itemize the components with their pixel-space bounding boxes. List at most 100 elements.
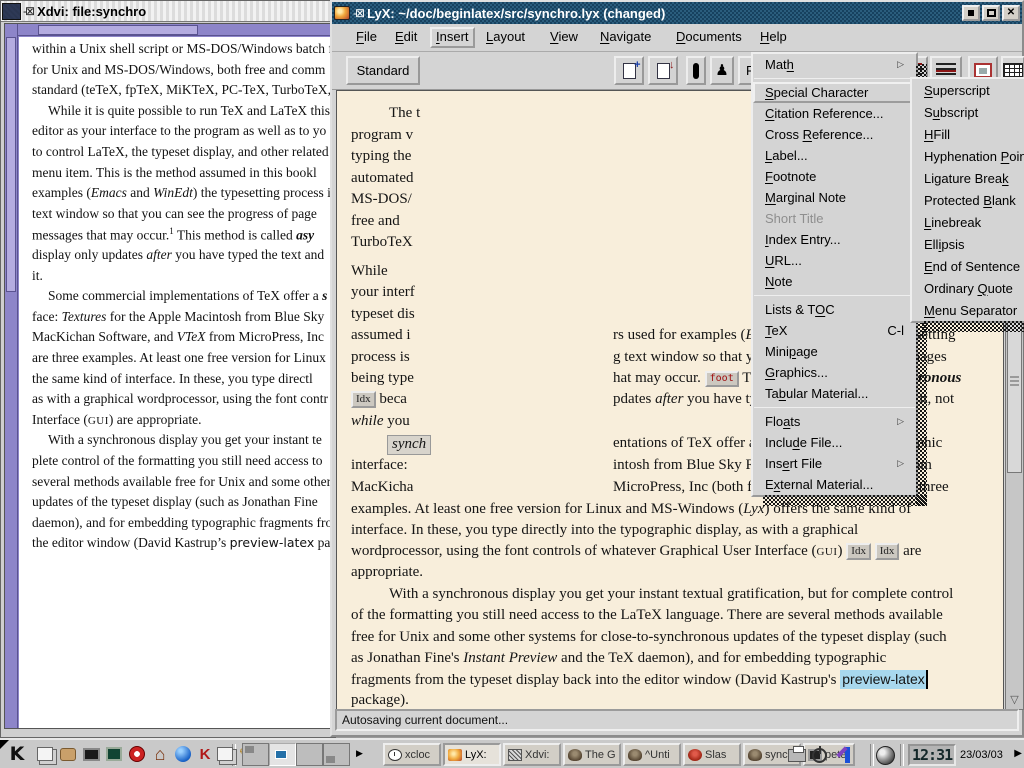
menu-view[interactable]: View: [544, 27, 584, 48]
pager-desktop-1[interactable]: [242, 743, 269, 766]
launcher-web-globe-icon[interactable]: [172, 743, 194, 765]
menu-item-special-character[interactable]: Special Character: [753, 82, 916, 103]
menu-separator: [754, 407, 915, 408]
launcher-terminal-green-icon[interactable]: [103, 743, 125, 765]
menu-item-hfill[interactable]: HFill: [912, 123, 1024, 145]
paste-run-button[interactable]: [648, 56, 678, 85]
menu-item-marginal-note[interactable]: Marginal Note: [753, 187, 916, 208]
launcher-k-tools-icon[interactable]: K: [194, 743, 216, 765]
paragraph-style-combo[interactable]: Standard: [346, 56, 420, 85]
task-button-unti[interactable]: ^Unti: [623, 743, 681, 766]
task-button-lyx[interactable]: LyX:: [443, 743, 501, 766]
task-button-theg[interactable]: The G: [563, 743, 621, 766]
menu-item-ligature-break[interactable]: Ligature BreakS-C-L: [912, 167, 1024, 189]
tasklist-scroll-left-icon[interactable]: ▶: [356, 748, 363, 759]
menu-item-footnote[interactable]: Footnote: [753, 166, 916, 187]
document-text-line: interface. In these, you type directly i…: [337, 522, 1003, 543]
minimize-button[interactable]: [962, 5, 980, 21]
menu-insert[interactable]: Insert: [430, 27, 475, 48]
task-button-xcloc[interactable]: xcloc: [383, 743, 441, 766]
noun-style-button[interactable]: ♟: [710, 56, 734, 85]
insert-menu: Math▷ Special CharacterCitation Reference…: [751, 52, 918, 497]
idx-inset-button[interactable]: Idx: [351, 391, 376, 408]
launcher-documents-2-icon[interactable]: [214, 743, 236, 765]
menu-layout[interactable]: Layout: [480, 27, 531, 48]
menu-help[interactable]: Help: [754, 27, 793, 48]
tray-power-icon[interactable]: [812, 744, 827, 766]
menu-item-floats[interactable]: Floats▷: [753, 411, 916, 432]
panel-scroll-right-icon[interactable]: ▶: [1014, 748, 1022, 759]
xdvi-horizontal-scrollbar[interactable]: [18, 24, 333, 36]
menu-item-cross-reference[interactable]: Cross Reference...: [753, 124, 916, 145]
menu-item-url[interactable]: URL...: [753, 250, 916, 271]
xdvi-vscroll-thumb[interactable]: [6, 37, 16, 292]
menu-item-note[interactable]: Note: [753, 271, 916, 292]
menu-item-citation-reference[interactable]: Citation Reference...: [753, 103, 916, 124]
menu-item-tex[interactable]: TeXC-l: [753, 320, 916, 341]
document-text-line: of the formatting you still need access …: [337, 607, 1003, 628]
taskbar-separator: [900, 744, 904, 766]
task-button-slas[interactable]: Slas: [683, 743, 741, 766]
tray-printer-icon[interactable]: [788, 744, 806, 766]
paste-add-button[interactable]: [614, 56, 644, 85]
idx-inset-button[interactable]: Idx: [875, 543, 900, 560]
menu-item-insert-file[interactable]: Insert File▷: [753, 453, 916, 474]
xdvi-app-icon[interactable]: [2, 3, 21, 20]
document-text-line: package).: [337, 692, 1003, 710]
menu-item-subscript[interactable]: Subscript: [912, 101, 1024, 123]
xdvi-window: -⊠ Xdvi: file:synchro 1Some recent versi…: [0, 0, 336, 738]
dvi-text-line: text window so that you can see the prog…: [32, 206, 317, 222]
menu-item-label[interactable]: Label...: [753, 145, 916, 166]
menu-item-superscript[interactable]: Superscript: [912, 79, 1024, 101]
launcher-documents-icon[interactable]: [34, 743, 56, 765]
xdvi-vertical-scrollbar[interactable]: [5, 24, 18, 728]
launcher-k-menu-icon[interactable]: K: [6, 743, 28, 765]
xdvi-hscroll-thumb[interactable]: [38, 25, 198, 35]
menu-file[interactable]: File: [350, 27, 383, 48]
pager-desktop-4[interactable]: [323, 743, 350, 766]
xdvi-titlebar[interactable]: -⊠ Xdvi: file:synchro: [1, 1, 335, 22]
launcher-home-icon[interactable]: ⌂: [149, 743, 171, 765]
menu-item-math[interactable]: Math▷: [753, 54, 916, 75]
idx-inset-button[interactable]: Idx: [846, 543, 871, 560]
scroll-down-icon[interactable]: ▽: [1006, 691, 1023, 709]
menu-item-end-of-sentence[interactable]: End of SentenceC-period: [912, 255, 1024, 277]
submenu-arrow-icon: ▷: [897, 59, 904, 70]
menu-item-ordinary-quote[interactable]: Ordinary QuoteC-quotedbl: [912, 277, 1024, 299]
dvi-text-line: MacKichan Software, and VTeX from MicroP…: [32, 329, 324, 345]
menu-edit[interactable]: Edit: [389, 27, 423, 48]
launcher-help-lifering-icon[interactable]: [126, 743, 148, 765]
task-button-xdvi[interactable]: Xdvi:: [503, 743, 561, 766]
lyx-titlebar[interactable]: -⊠ LyX: ~/doc/beginlatex/src/synchro.lyx…: [332, 2, 1022, 24]
document-text-line: With a synchronous display you get your …: [337, 586, 1003, 607]
tray-moon-icon[interactable]: [876, 744, 895, 766]
menu-item-index-entry[interactable]: Index Entry...: [753, 229, 916, 250]
tray-plug-icon[interactable]: [836, 744, 850, 766]
menu-item-linebreak[interactable]: LinebreakC-Return: [912, 211, 1024, 233]
dvi-text-line: Interface (GUI) are appropriate.: [32, 412, 201, 428]
dvi-text-line: face: Textures for the Apple Macintosh f…: [32, 309, 324, 325]
menu-item-hyphenation-point[interactable]: Hyphenation PointC-minus: [912, 145, 1024, 167]
menu-item-tabular-material[interactable]: Tabular Material...: [753, 383, 916, 404]
emphasis-button[interactable]: [686, 56, 706, 85]
menu-item-graphics[interactable]: Graphics...: [753, 362, 916, 383]
menu-item-protected-blank[interactable]: Protected BlankS-C-space: [912, 189, 1024, 211]
menu-navigate[interactable]: Navigate: [594, 27, 657, 48]
menu-item-lists-toc[interactable]: Lists & TOC: [753, 299, 916, 320]
dvi-text-line: plete control of the formatting you stil…: [32, 453, 323, 469]
pager-desktop-2[interactable]: [269, 743, 296, 766]
lyx-app-icon[interactable]: [334, 6, 350, 20]
document-text-line: appropriate.: [337, 564, 1003, 585]
maximize-button[interactable]: [982, 5, 1000, 21]
menu-item-menu-separator[interactable]: Menu Separator: [912, 299, 1024, 321]
foot-inset-button[interactable]: foot: [705, 371, 739, 387]
launcher-display-icon[interactable]: [80, 743, 102, 765]
menu-item-include-file[interactable]: Include File...: [753, 432, 916, 453]
menu-item-external-material[interactable]: External Material...: [753, 474, 916, 495]
menu-documents[interactable]: Documents: [670, 27, 748, 48]
menu-item-ellipsis[interactable]: EllipsisM-period: [912, 233, 1024, 255]
close-button[interactable]: ✕: [1002, 5, 1020, 21]
pager-desktop-3[interactable]: [296, 743, 323, 766]
launcher-folder-tan-icon[interactable]: [57, 743, 79, 765]
menu-item-minipage[interactable]: Minipage: [753, 341, 916, 362]
